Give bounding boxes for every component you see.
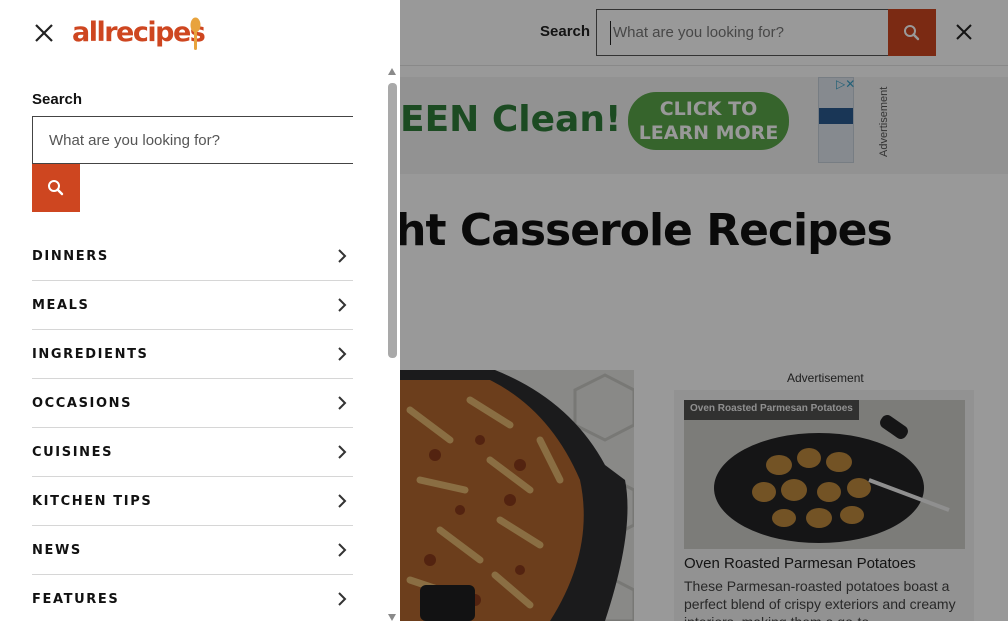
chevron-right-icon [338,347,347,361]
nav-item-ingredients[interactable]: INGREDIENTS [32,330,353,379]
chevron-right-icon [338,494,347,508]
nav-item-features[interactable]: FEATURES [32,575,353,621]
chevron-right-icon [338,543,347,557]
nav-drawer: allrecipes Search DINNERS MEALS INGREDIE… [0,0,400,621]
nav-item-label: INGREDIENTS [32,347,149,362]
drawer-search-button[interactable] [32,164,80,212]
nav-item-label: OCCASIONS [32,396,133,411]
nav-item-label: MEALS [32,298,90,313]
chevron-right-icon [338,298,347,312]
nav-item-label: DINNERS [32,249,109,264]
nav-item-label: FEATURES [32,592,120,607]
nav-item-occasions[interactable]: OCCASIONS [32,379,353,428]
nav-item-cuisines[interactable]: CUISINES [32,428,353,477]
nav-item-dinners[interactable]: DINNERS [32,232,353,281]
drawer-search-input[interactable] [32,116,353,164]
chevron-right-icon [338,592,347,606]
chevron-right-icon [338,249,347,263]
scroll-up-arrow[interactable] [388,68,396,75]
nav-item-kitchen-tips[interactable]: KITCHEN TIPS [32,477,353,526]
scroll-thumb[interactable] [388,83,397,358]
chevron-right-icon [338,396,347,410]
logo-text: allrecipes [72,17,206,48]
spoon-icon [190,17,201,50]
nav-item-label: KITCHEN TIPS [32,494,153,509]
close-icon[interactable] [32,21,56,45]
scroll-down-arrow[interactable] [388,614,396,621]
nav-item-meals[interactable]: MEALS [32,281,353,330]
search-icon [48,180,64,196]
nav-item-label: CUISINES [32,445,114,460]
allrecipes-logo[interactable]: allrecipes [72,14,206,50]
nav-item-news[interactable]: NEWS [32,526,353,575]
nav-item-label: NEWS [32,543,82,558]
drawer-search-label: Search [32,91,83,108]
nav-menu: DINNERS MEALS INGREDIENTS OCCASIONS CUIS… [32,232,353,621]
chevron-right-icon [338,445,347,459]
drawer-scrollbar[interactable] [386,68,398,621]
